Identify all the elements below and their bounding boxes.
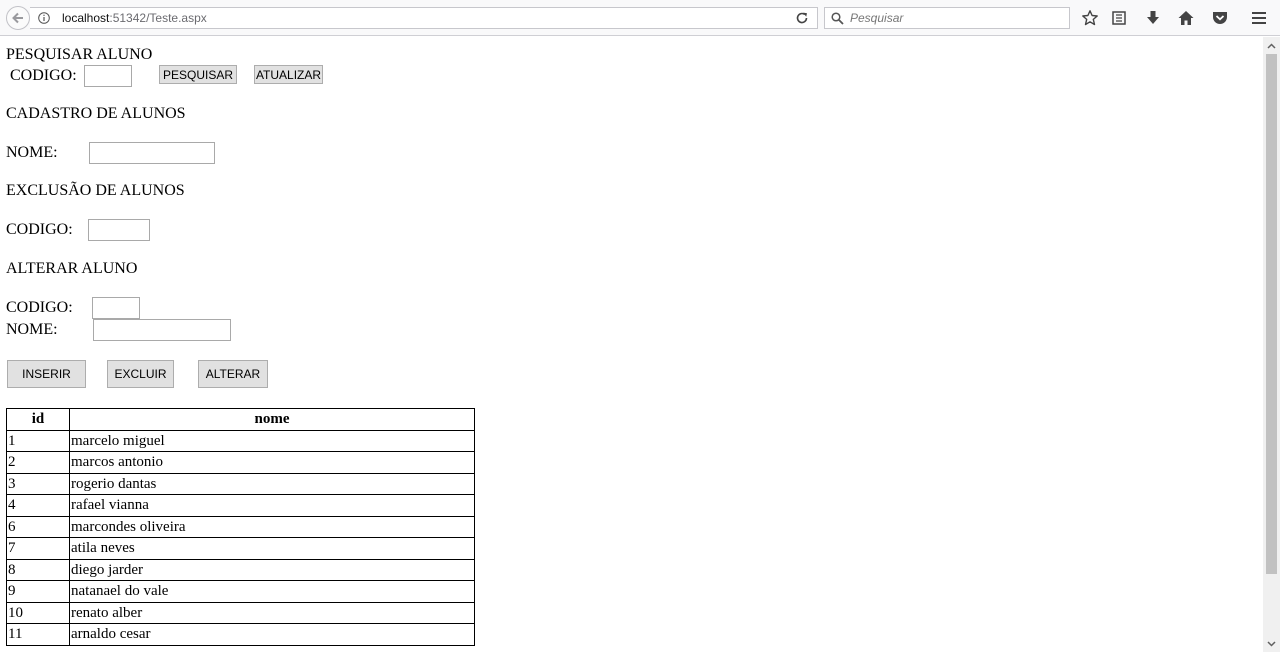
scroll-down-arrow-icon[interactable] [1263, 635, 1280, 652]
column-header-id: id [6, 408, 70, 431]
pesquisar-codigo-label: CODIGO: [10, 67, 77, 84]
cell-nome: rafael vianna [69, 494, 475, 517]
excluir-button[interactable]: EXCLUIR [107, 360, 174, 388]
table-header-row: id nome [6, 408, 475, 431]
pesquisar-button[interactable]: PESQUISAR [159, 65, 237, 84]
column-header-nome: nome [69, 408, 475, 431]
table-row: 9 natanael do vale [6, 580, 475, 603]
cadastro-nome-input[interactable] [89, 142, 215, 164]
table-row: 11 arnaldo cesar [6, 623, 475, 646]
cell-nome: diego jarder [69, 558, 475, 581]
reading-list-icon[interactable] [1109, 8, 1129, 28]
scrollbar-thumb[interactable] [1266, 54, 1277, 574]
cell-nome: marcos antonio [69, 451, 475, 474]
cadastro-heading: CADASTRO DE ALUNOS [6, 105, 186, 122]
table-row: 7 atila neves [6, 537, 475, 560]
scroll-up-arrow-icon[interactable] [1263, 37, 1280, 54]
back-arrow-icon [12, 12, 23, 24]
download-icon[interactable] [1143, 8, 1163, 28]
table-row: 8 diego jarder [6, 558, 475, 581]
back-button[interactable] [6, 6, 30, 30]
home-icon[interactable] [1176, 8, 1196, 28]
alterar-nome-label: NOME: [6, 321, 58, 338]
alterar-button[interactable]: ALTERAR [198, 360, 268, 388]
url-text: localhost:51342/Teste.aspx [62, 11, 207, 25]
cell-nome: natanael do vale [69, 580, 475, 603]
cell-id: 8 [6, 558, 70, 581]
cell-id: 11 [6, 623, 70, 646]
alunos-table: id nome 1 marcelo miguel 2 marcos antonio … [6, 408, 475, 646]
exclusao-codigo-input[interactable] [88, 219, 150, 241]
cadastro-nome-label: NOME: [6, 144, 58, 161]
atualizar-button[interactable]: ATUALIZAR [254, 65, 323, 84]
cell-nome: marcondes oliveira [69, 515, 475, 538]
search-placeholder: Pesquisar [850, 11, 904, 25]
table-row: 6 marcondes oliveira [6, 515, 475, 538]
cell-nome: rogerio dantas [69, 472, 475, 495]
search-icon [831, 12, 844, 25]
exclusao-codigo-label: CODIGO: [6, 221, 73, 238]
cell-id: 7 [6, 537, 70, 560]
table-row: 10 renato alber [6, 601, 475, 624]
browser-toolbar: localhost:51342/Teste.aspx Pesquisar [0, 0, 1280, 36]
cell-nome: renato alber [69, 601, 475, 624]
vertical-scrollbar[interactable] [1263, 37, 1280, 652]
cell-id: 3 [6, 472, 70, 495]
url-bar[interactable]: localhost:51342/Teste.aspx [30, 7, 818, 29]
cell-nome: atila neves [69, 537, 475, 560]
url-path: :51342/Teste.aspx [109, 11, 207, 25]
search-bar[interactable]: Pesquisar [824, 7, 1070, 29]
inserir-button[interactable]: INSERIR [7, 360, 86, 388]
cell-id: 9 [6, 580, 70, 603]
cell-id: 10 [6, 601, 70, 624]
page-content: PESQUISAR ALUNO CODIGO: PESQUISAR ATUALI… [0, 37, 1263, 652]
table-row: 2 marcos antonio [6, 451, 475, 474]
cell-nome: arnaldo cesar [69, 623, 475, 646]
cell-id: 2 [6, 451, 70, 474]
info-icon[interactable] [38, 12, 50, 24]
table-row: 4 rafael vianna [6, 494, 475, 517]
alterar-heading: ALTERAR ALUNO [6, 260, 138, 277]
cell-id: 6 [6, 515, 70, 538]
alterar-nome-input[interactable] [93, 319, 231, 341]
pesquisar-heading: PESQUISAR ALUNO [6, 46, 153, 63]
alterar-codigo-input[interactable] [92, 297, 140, 319]
table-row: 1 marcelo miguel [6, 429, 475, 452]
pesquisar-codigo-input[interactable] [84, 65, 132, 87]
menu-icon[interactable] [1249, 8, 1269, 28]
cell-nome: marcelo miguel [69, 429, 475, 452]
table-row: 3 rogerio dantas [6, 472, 475, 495]
exclusao-heading: EXCLUSÃO DE ALUNOS [6, 182, 185, 199]
cell-id: 4 [6, 494, 70, 517]
reload-icon[interactable] [795, 11, 809, 25]
alterar-codigo-label: CODIGO: [6, 299, 73, 316]
cell-id: 1 [6, 429, 70, 452]
pocket-icon[interactable] [1210, 8, 1230, 28]
bookmark-star-icon[interactable] [1080, 8, 1100, 28]
url-host: localhost [62, 11, 110, 25]
